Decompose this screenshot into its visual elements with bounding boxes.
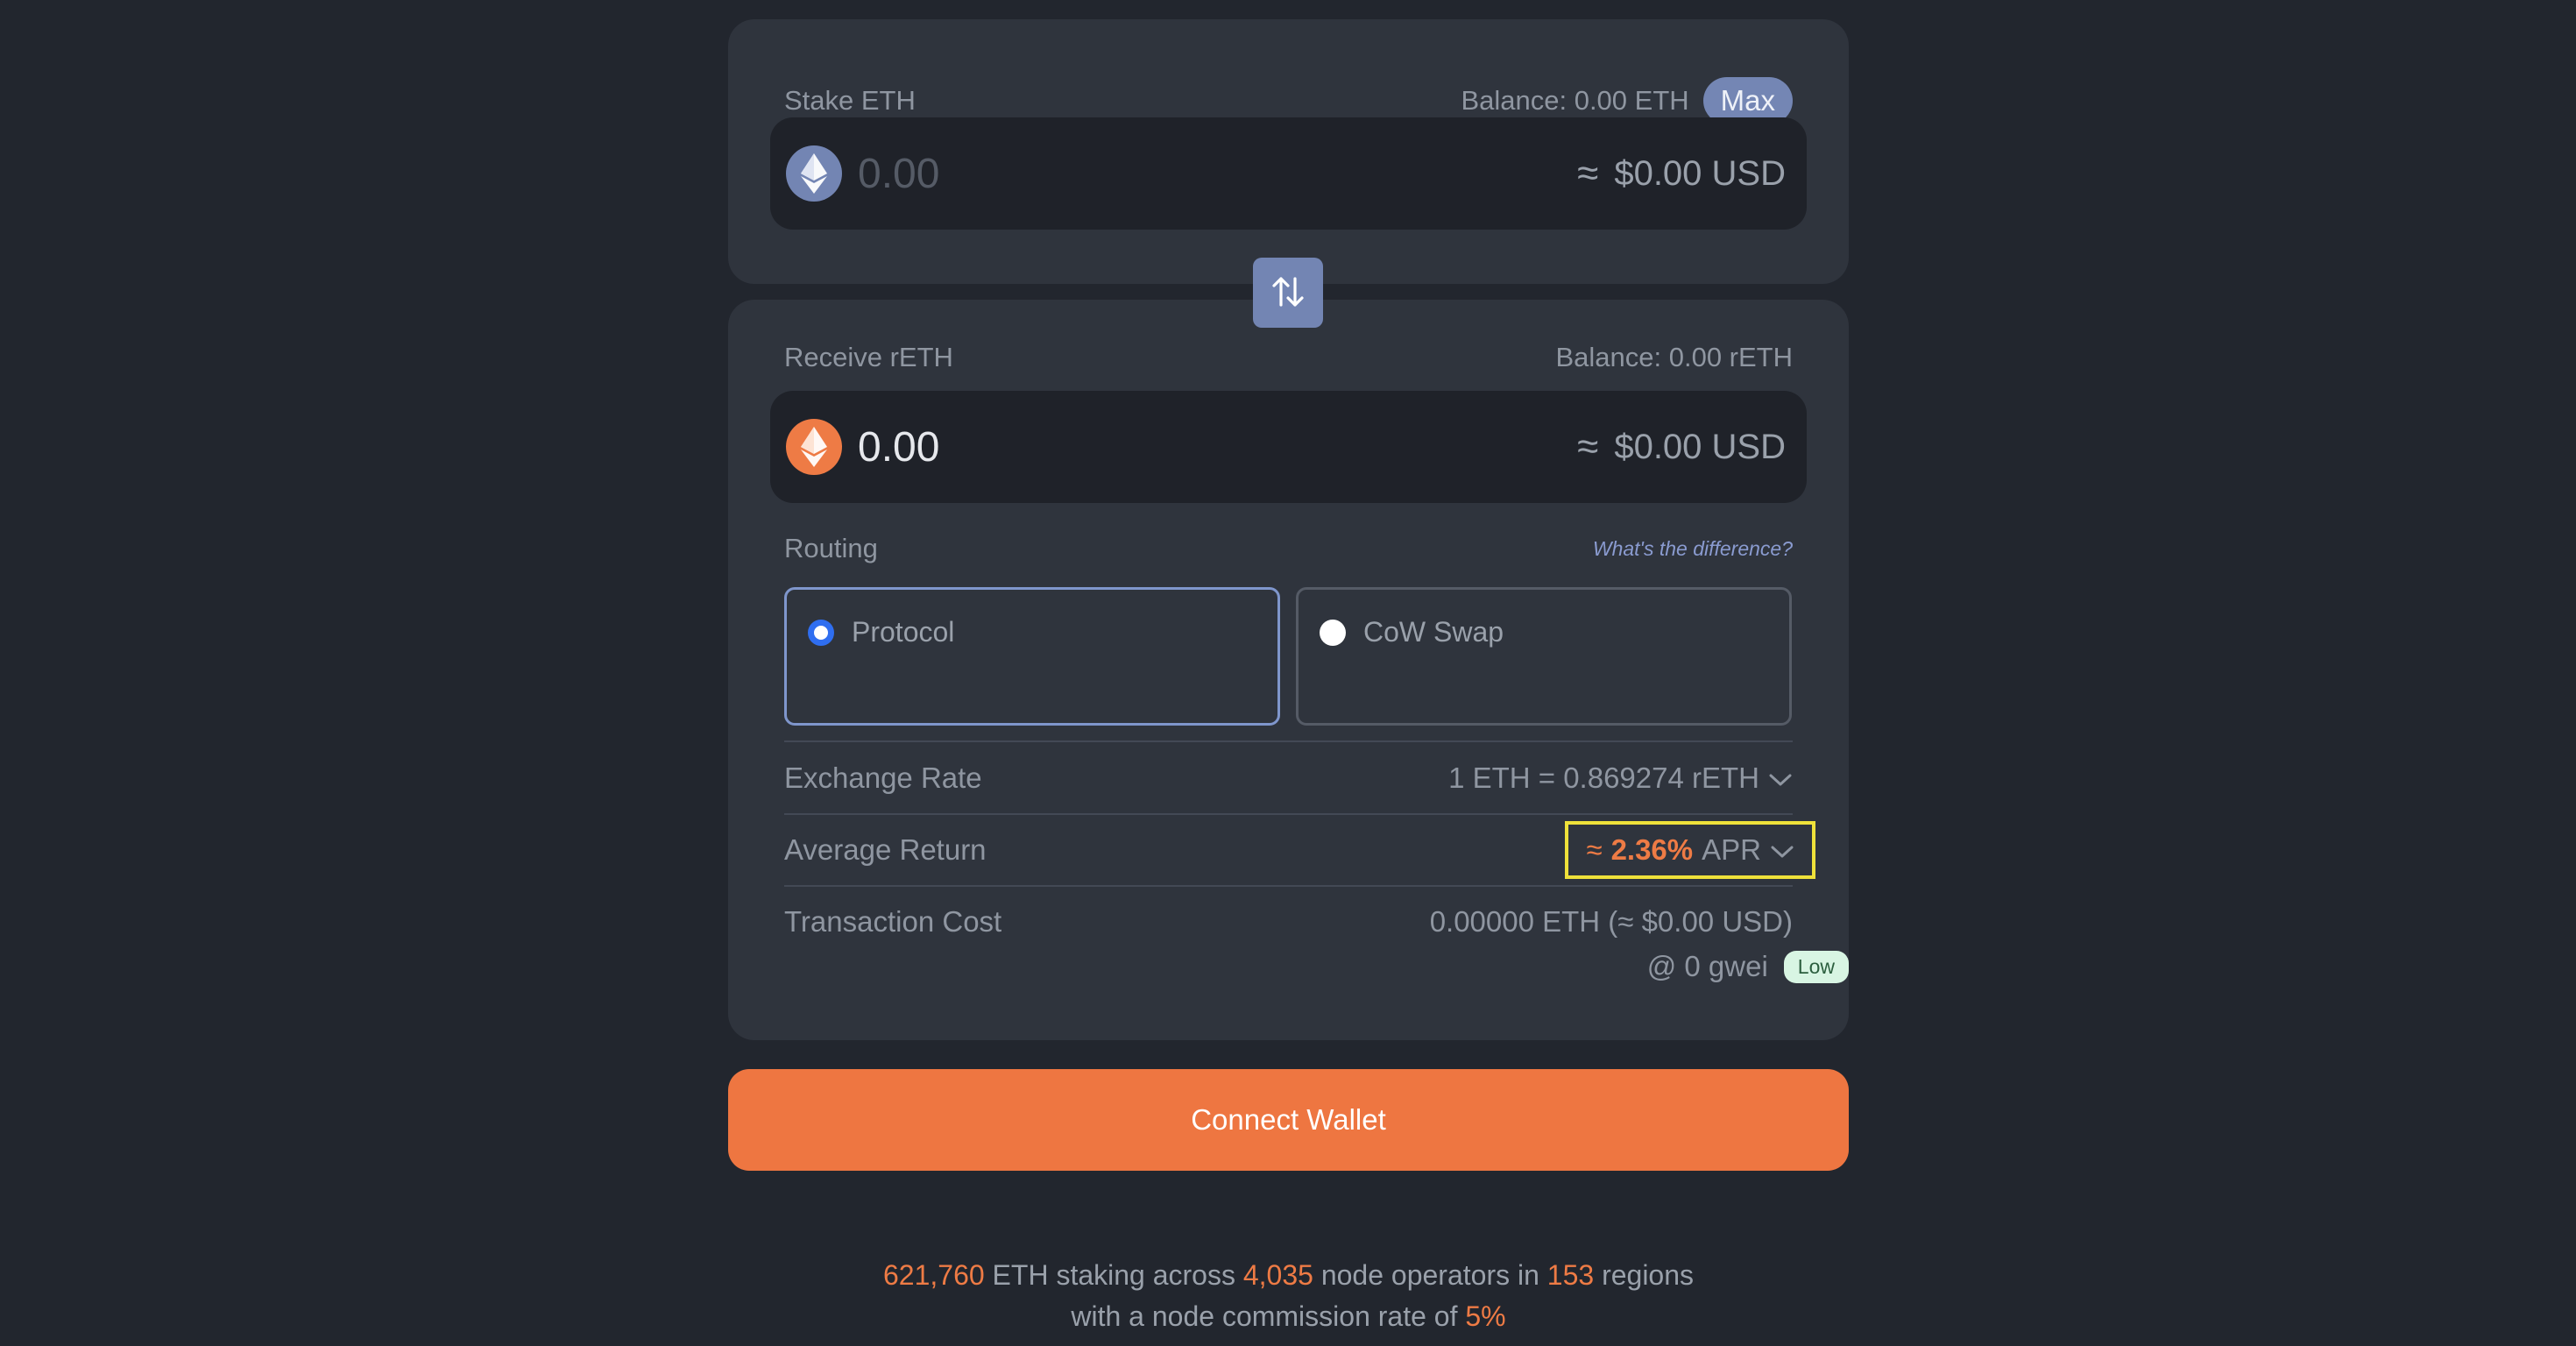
gas-price: @ 0 gwei [1646, 950, 1768, 982]
receive-usd-amount: $0.00 USD [1614, 427, 1786, 466]
receive-label: Receive rETH [784, 342, 953, 372]
divider [784, 740, 1793, 742]
receive-balance: Balance: 0.00 rETH [1555, 342, 1793, 372]
staking-stats-line-2: with a node commission rate of 5% [728, 1296, 1849, 1337]
receive-amount-box: 0.00 ≈ $0.00 USD [770, 391, 1807, 503]
stake-usd-value: ≈ $0.00 USD [1577, 152, 1786, 195]
swap-arrows-icon [1270, 273, 1306, 313]
stats-text: ETH staking across [992, 1259, 1235, 1291]
commission-rate: 5% [1465, 1300, 1506, 1332]
receive-card: Receive rETH Balance: 0.00 rETH 0.00 ≈ $… [728, 300, 1849, 1040]
apr-toggle[interactable]: ≈ 2.36% APR [1565, 821, 1815, 879]
average-return-row: Average Return ≈ 2.36% APR [784, 815, 1815, 885]
routing-option-cow-swap[interactable]: CoW Swap [1296, 587, 1792, 726]
gas-price-row: @ 0 gwei Low [1647, 950, 1849, 983]
routing-label: Routing [784, 533, 878, 563]
radio-selected[interactable] [808, 620, 834, 646]
regions-count: 153 [1546, 1259, 1595, 1291]
eth-staked-count: 621,760 [882, 1259, 985, 1291]
transaction-cost-label: Transaction Cost [784, 905, 1002, 938]
staking-stats-line-1: 621,760 ETH staking across 4,035 node op… [728, 1255, 1849, 1296]
receive-amount: 0.00 [858, 423, 940, 471]
apr-unit: APR [1702, 833, 1761, 866]
reth-icon [786, 419, 842, 475]
apr-value: 2.36% [1610, 833, 1694, 866]
exchange-rate-value: 1 ETH = 0.869274 rETH [1448, 762, 1759, 794]
stake-usd-amount: $0.00 USD [1614, 153, 1786, 193]
stats-text: node operators in [1320, 1259, 1539, 1291]
routing-option-label: Protocol [852, 616, 955, 648]
transaction-cost-value: 0.00000 ETH (≈ $0.00 USD) [1429, 905, 1793, 938]
transaction-cost-row: Transaction Cost 0.00000 ETH (≈ $0.00 US… [784, 887, 1793, 957]
swap-direction-button[interactable] [1253, 258, 1323, 328]
routing-option-protocol[interactable]: Protocol [784, 587, 1280, 726]
chevron-down-icon[interactable] [1768, 762, 1793, 795]
chevron-down-icon [1770, 833, 1794, 867]
radio-unselected[interactable] [1320, 620, 1346, 646]
stake-card: Stake ETH Balance: 0.00 ETH Max ≈ $0.00 … [728, 19, 1849, 284]
exchange-rate-label: Exchange Rate [784, 762, 982, 794]
routing-option-label: CoW Swap [1363, 616, 1504, 648]
routing-help-link[interactable]: What's the difference? [1593, 537, 1793, 561]
routing-header: Routing What's the difference? [784, 533, 1793, 564]
approx-symbol: ≈ [1577, 152, 1599, 195]
stats-text: regions [1602, 1259, 1695, 1291]
receive-header: Receive rETH Balance: 0.00 rETH [784, 342, 1793, 373]
stake-balance: Balance: 0.00 ETH [1461, 85, 1689, 116]
exchange-rate-row[interactable]: Exchange Rate 1 ETH = 0.869274 rETH [784, 743, 1793, 813]
stats-text: with a node commission rate of [1071, 1300, 1458, 1332]
receive-usd-value: ≈ $0.00 USD [1577, 425, 1786, 469]
gas-level-badge: Low [1783, 950, 1849, 983]
connect-wallet-button[interactable]: Connect Wallet [728, 1069, 1849, 1171]
apr-approx-symbol: ≈ [1586, 833, 1603, 866]
stake-amount-input[interactable] [858, 149, 1578, 198]
node-operators-count: 4,035 [1242, 1259, 1313, 1291]
average-return-label: Average Return [784, 833, 987, 866]
eth-icon [786, 145, 842, 202]
approx-symbol: ≈ [1577, 425, 1599, 468]
stake-amount-box: ≈ $0.00 USD [770, 117, 1807, 230]
staking-page: Stake ETH Balance: 0.00 ETH Max ≈ $0.00 … [0, 0, 2576, 1346]
stake-label: Stake ETH [784, 85, 916, 116]
